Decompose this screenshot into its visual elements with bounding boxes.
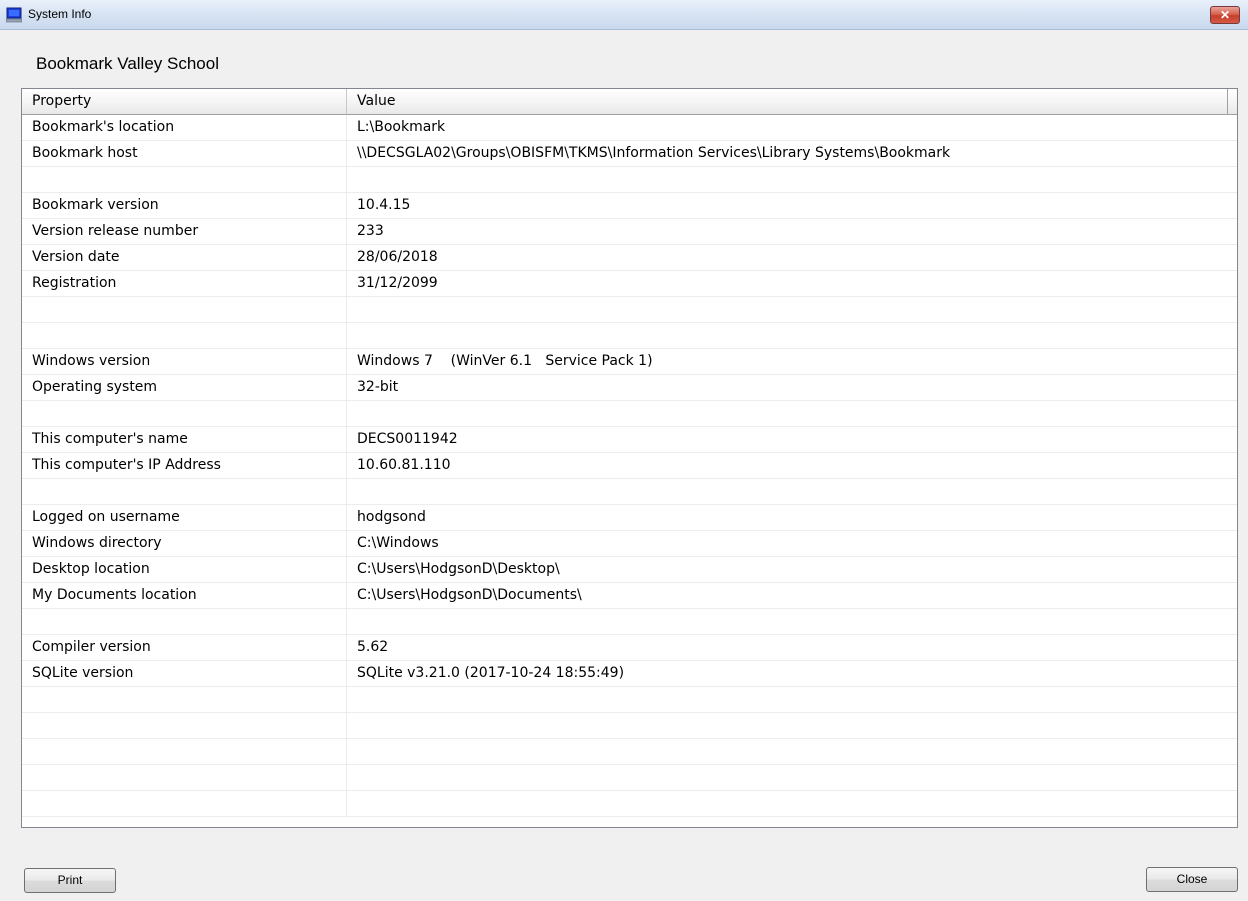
value-cell: 10.60.81.110 <box>357 457 451 473</box>
table-row[interactable] <box>22 297 1237 323</box>
property-cell: This computer's IP Address <box>22 453 347 478</box>
value-cell <box>347 713 1227 738</box>
table-row[interactable] <box>22 739 1237 765</box>
table-row[interactable] <box>22 609 1237 635</box>
value-cell: 31/12/2099 <box>357 275 438 291</box>
property-cell: Compiler version <box>22 635 347 660</box>
value-cell: L:\Bookmark <box>357 119 446 135</box>
property-cell <box>22 479 347 504</box>
table-row[interactable]: Desktop location C:\Users\HodgsonD\Deskto… <box>22 557 1237 583</box>
value-cell <box>347 479 1227 504</box>
value-cell: 10.4.15 <box>357 197 411 213</box>
window-close-button[interactable]: ✕ <box>1210 6 1240 24</box>
value-cell: SQLite v3.21.0 (2017-10-24 18:55:49) <box>357 665 625 681</box>
column-header-property[interactable]: Property <box>22 89 347 114</box>
print-button[interactable]: Print <box>24 868 116 893</box>
table-row[interactable]: Operating system 32-bit <box>22 375 1237 401</box>
property-cell <box>22 791 347 816</box>
property-cell: Logged on username <box>22 505 347 530</box>
value-cell <box>347 297 1227 322</box>
table-row[interactable] <box>22 791 1237 817</box>
close-button[interactable]: Close <box>1146 867 1238 892</box>
table-row[interactable]: Compiler version 5.62 <box>22 635 1237 661</box>
value-cell <box>347 791 1227 816</box>
property-cell <box>22 739 347 764</box>
window-title: System Info <box>28 7 92 21</box>
property-cell: Bookmark's location <box>22 115 347 140</box>
table-row[interactable]: Windows directory C:\Windows <box>22 531 1237 557</box>
property-cell: Operating system <box>22 375 347 400</box>
value-cell: Windows 7 (WinVer 6.1 Service Pack 1) <box>357 353 653 369</box>
table-body: Bookmark's location L:\Bookmark Bookmark h… <box>22 115 1237 817</box>
page-title: Bookmark Valley School <box>36 54 219 73</box>
table-row[interactable] <box>22 687 1237 713</box>
value-cell: C:\Users\HodgsonD\Documents\ <box>357 587 582 603</box>
property-cell <box>22 167 347 192</box>
close-icon: ✕ <box>1219 8 1231 22</box>
value-cell: C:\Windows <box>357 535 439 551</box>
property-cell: Bookmark version <box>22 193 347 218</box>
table-row[interactable] <box>22 167 1237 193</box>
value-cell: 5.62 <box>357 639 389 655</box>
property-cell: My Documents location <box>22 583 347 608</box>
value-cell: 32-bit <box>357 379 399 395</box>
property-cell <box>22 297 347 322</box>
property-cell: This computer's name <box>22 427 347 452</box>
table-row[interactable] <box>22 765 1237 791</box>
header-divider <box>1227 89 1228 114</box>
property-cell: Windows directory <box>22 531 347 556</box>
property-cell <box>22 401 347 426</box>
value-cell <box>347 167 1227 192</box>
property-cell: Windows version <box>22 349 347 374</box>
column-header-value[interactable]: Value <box>347 89 1227 114</box>
table-row[interactable]: Windows version Windows 7 (WinVer 6.1 Ser… <box>22 349 1237 375</box>
table-row[interactable]: Bookmark host \\DECSGLA02\Groups\OBISFM\T… <box>22 141 1237 167</box>
table-row[interactable]: Logged on username hodgsond <box>22 505 1237 531</box>
table-row[interactable]: Version release number 233 <box>22 219 1237 245</box>
table-header: Property Value <box>22 89 1237 115</box>
table-row[interactable]: My Documents location C:\Users\HodgsonD\D… <box>22 583 1237 609</box>
value-cell <box>347 609 1227 634</box>
value-cell <box>347 687 1227 712</box>
system-info-table[interactable]: Property Value Bookmark's location L:\Boo… <box>21 88 1238 828</box>
value-cell: \\DECSGLA02\Groups\OBISFM\TKMS\Informati… <box>357 145 951 161</box>
computer-icon <box>6 7 22 23</box>
table-row[interactable] <box>22 479 1237 505</box>
value-cell: C:\Users\HodgsonD\Desktop\ <box>357 561 560 577</box>
value-cell <box>347 401 1227 426</box>
property-cell <box>22 765 347 790</box>
property-cell: Desktop location <box>22 557 347 582</box>
title-bar[interactable]: System Info ✕ <box>0 0 1248 30</box>
table-row[interactable] <box>22 713 1237 739</box>
value-cell <box>347 765 1227 790</box>
property-cell: Version release number <box>22 219 347 244</box>
property-cell: Bookmark host <box>22 141 347 166</box>
table-row[interactable]: Bookmark's location L:\Bookmark <box>22 115 1237 141</box>
value-cell: 233 <box>357 223 384 239</box>
property-cell: SQLite version <box>22 661 347 686</box>
property-cell <box>22 609 347 634</box>
table-row[interactable]: This computer's IP Address 10.60.81.110 <box>22 453 1237 479</box>
property-cell: Version date <box>22 245 347 270</box>
property-cell <box>22 323 347 348</box>
table-row[interactable]: Bookmark version 10.4.15 <box>22 193 1237 219</box>
value-cell: DECS0011942 <box>357 431 458 447</box>
property-cell <box>22 713 347 738</box>
table-row[interactable] <box>22 401 1237 427</box>
value-cell <box>347 323 1227 348</box>
table-row[interactable]: SQLite version SQLite v3.21.0 (2017-10-24… <box>22 661 1237 687</box>
property-cell <box>22 687 347 712</box>
table-row[interactable] <box>22 323 1237 349</box>
value-cell <box>347 739 1227 764</box>
table-row[interactable]: This computer's name DECS0011942 <box>22 427 1237 453</box>
table-row[interactable]: Version date 28/06/2018 <box>22 245 1237 271</box>
value-cell: hodgsond <box>357 509 426 525</box>
property-cell: Registration <box>22 271 347 296</box>
table-row[interactable]: Registration 31/12/2099 <box>22 271 1237 297</box>
value-cell: 28/06/2018 <box>357 249 438 265</box>
